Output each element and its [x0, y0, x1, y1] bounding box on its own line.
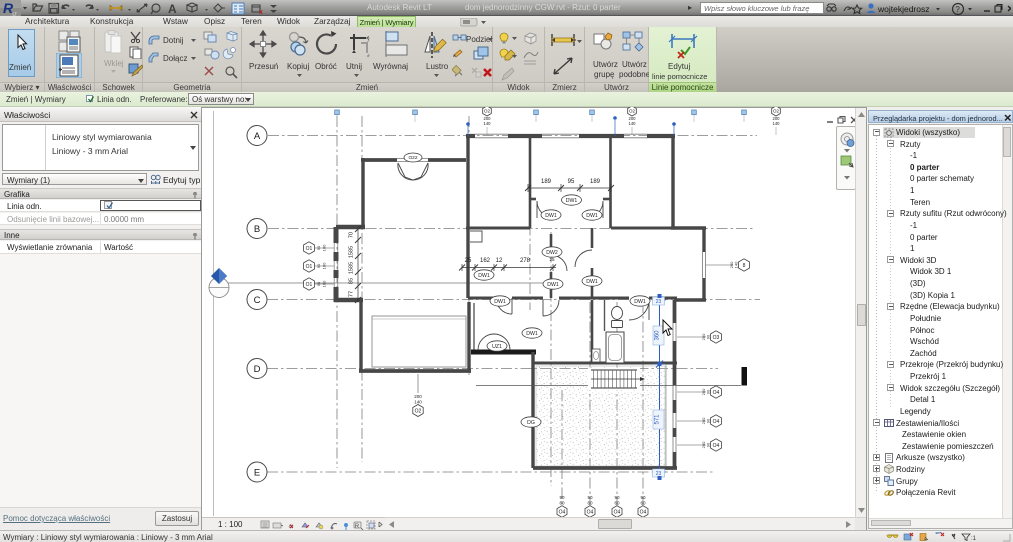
svg-text:360: 360	[655, 330, 661, 341]
svg-text:O2: O2	[415, 408, 422, 414]
svg-text:O2: O2	[773, 109, 780, 114]
svg-text:90: 90	[316, 245, 321, 250]
svg-text:O1: O1	[306, 246, 313, 252]
svg-text:O3: O3	[713, 335, 720, 341]
svg-text:1585: 1585	[349, 262, 355, 274]
svg-text:DW1: DW1	[566, 198, 578, 204]
svg-text:200: 200	[414, 394, 422, 399]
svg-text:60: 60	[587, 501, 593, 506]
svg-text:189: 189	[590, 179, 601, 185]
svg-text:140: 140	[773, 121, 781, 126]
svg-text:O4: O4	[614, 510, 621, 516]
svg-text:1585: 1585	[349, 246, 355, 258]
svg-text:100: 100	[322, 262, 327, 269]
svg-text:O2: O2	[629, 109, 636, 114]
svg-text:140: 140	[484, 121, 492, 126]
svg-text:77: 77	[349, 291, 355, 297]
svg-text:?: ?	[955, 5, 960, 14]
svg-text:DW1: DW1	[586, 213, 598, 219]
svg-text:85: 85	[349, 278, 355, 284]
svg-text:DW2: DW2	[546, 250, 558, 256]
svg-text:278: 278	[520, 258, 531, 264]
svg-text:A: A	[254, 131, 261, 142]
svg-text:70: 70	[349, 232, 355, 238]
svg-text:60: 60	[640, 501, 646, 506]
svg-text:90: 90	[316, 263, 321, 268]
svg-text:DW1: DW1	[494, 299, 506, 305]
svg-text:25: 25	[465, 258, 472, 264]
svg-text:DG: DG	[527, 420, 535, 426]
svg-text:O4: O4	[640, 510, 647, 516]
svg-text:O1: O1	[306, 282, 313, 288]
svg-text:O4: O4	[713, 390, 720, 396]
svg-text:B: B	[254, 224, 260, 235]
svg-text:8: 8	[743, 263, 746, 269]
svg-text:DW1: DW1	[545, 213, 557, 219]
svg-text:90: 90	[706, 418, 711, 423]
svg-text:162: 162	[480, 258, 491, 264]
svg-text:90: 90	[640, 495, 646, 500]
svg-text:O22: O22	[408, 155, 417, 161]
svg-text:R: R	[355, 524, 359, 530]
svg-text:C: C	[254, 295, 261, 306]
svg-text:DW1: DW1	[586, 279, 598, 285]
svg-text:O4: O4	[713, 419, 720, 425]
svg-text:DW1: DW1	[547, 282, 559, 288]
svg-text:O2: O2	[484, 109, 491, 114]
svg-text:E: E	[254, 467, 260, 478]
svg-text:23: 23	[656, 299, 662, 305]
svg-text:A: A	[168, 2, 177, 16]
svg-text:DW1: DW1	[478, 273, 490, 279]
svg-text:95: 95	[568, 179, 575, 185]
svg-text:60: 60	[559, 501, 565, 506]
svg-text:12: 12	[496, 258, 503, 264]
svg-text:O1: O1	[306, 264, 313, 270]
svg-text:wojtekjedrosz: wojtekjedrosz	[877, 4, 930, 14]
svg-text:189: 189	[541, 179, 552, 185]
svg-text:90: 90	[706, 442, 711, 447]
svg-text:D: D	[254, 364, 261, 375]
svg-text:25: 25	[549, 257, 555, 262]
svg-text:571: 571	[655, 414, 661, 425]
svg-text:90: 90	[559, 495, 565, 500]
svg-text:100: 100	[322, 280, 327, 287]
svg-text:DW1: DW1	[634, 299, 646, 305]
svg-text::1: :1	[971, 536, 976, 542]
svg-text:x: x	[259, 9, 263, 16]
svg-text:O4: O4	[587, 510, 594, 516]
svg-text:140: 140	[629, 121, 637, 126]
svg-text:O4: O4	[559, 510, 566, 516]
svg-text:140: 140	[734, 261, 739, 268]
svg-text:140: 140	[414, 400, 422, 405]
svg-text:90: 90	[587, 495, 593, 500]
svg-text:90: 90	[706, 334, 711, 339]
svg-text:60: 60	[614, 501, 620, 506]
svg-text:UZ1: UZ1	[492, 344, 502, 350]
svg-text:DW1: DW1	[526, 331, 538, 337]
svg-text:90: 90	[706, 389, 711, 394]
svg-text:90: 90	[316, 281, 321, 286]
svg-text:O4: O4	[713, 443, 720, 449]
svg-text:100: 100	[322, 244, 327, 251]
svg-text:90: 90	[614, 495, 620, 500]
